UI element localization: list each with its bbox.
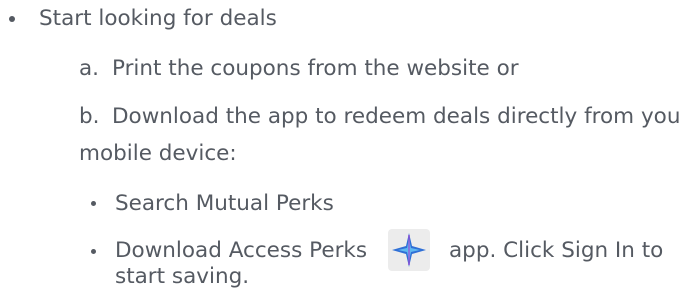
list-item-download-access-perks-after: app. Click Sign In to — [449, 238, 664, 263]
list-marker-b: b. — [79, 104, 100, 129]
list-item-search-mutual-perks: Search Mutual Perks — [115, 191, 334, 216]
bullet-icon — [91, 201, 96, 206]
list-item-start-saving: start saving. — [115, 264, 250, 289]
access-perks-app-icon — [388, 229, 430, 271]
document: Start looking for deals a. Print the cou… — [0, 0, 681, 289]
list-marker-a: a. — [79, 56, 100, 81]
bullet-icon — [9, 16, 15, 22]
bullet-icon — [91, 249, 96, 254]
list-item-download-app-line1: Download the app to redeem deals directl… — [112, 104, 681, 129]
list-item-print-coupons: Print the coupons from the website or — [112, 56, 519, 81]
sparkle-icon — [392, 233, 426, 267]
list-item-start-looking: Start looking for deals — [39, 6, 277, 31]
list-item-download-app-line2: mobile device: — [79, 141, 237, 166]
